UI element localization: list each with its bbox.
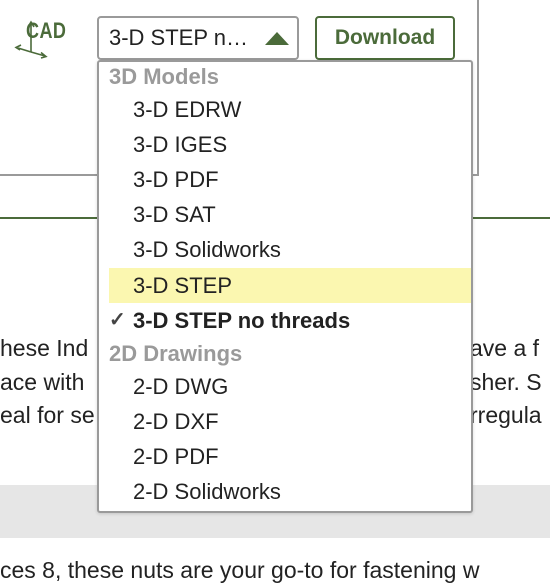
- option-label: 2-D Solidworks: [133, 479, 281, 504]
- option-label: 3-D STEP: [133, 273, 233, 298]
- option-label: 3-D PDF: [133, 167, 219, 192]
- option-2d-solidworks[interactable]: 2-D Solidworks: [109, 474, 471, 509]
- body-text-line3-right: rregula: [470, 402, 542, 428]
- group-label-3d-models: 3D Models: [109, 64, 220, 89]
- option-label: 2-D DWG: [133, 374, 229, 399]
- file-format-select[interactable]: 3-D STEP n…: [97, 16, 299, 60]
- option-2d-pdf[interactable]: 2-D PDF: [109, 439, 471, 474]
- option-3d-pdf[interactable]: 3-D PDF: [109, 162, 471, 197]
- cad-label: CAD: [26, 18, 67, 43]
- download-button[interactable]: Download: [315, 16, 455, 60]
- body-text-line2-right: sher. S: [470, 369, 542, 395]
- group-label-2d-drawings: 2D Drawings: [109, 341, 243, 366]
- body-text-line3-left: eal for se: [0, 402, 95, 428]
- option-3d-step-no-threads[interactable]: ✓ 3-D STEP no threads: [109, 303, 471, 338]
- body-text-line1-left: hese Ind: [0, 335, 89, 361]
- option-2d-dxf[interactable]: 2-D DXF: [109, 404, 471, 439]
- option-3d-sat[interactable]: 3-D SAT: [109, 197, 471, 232]
- option-label: 2-D DXF: [133, 409, 219, 434]
- option-label: 3-D Solidworks: [133, 237, 281, 262]
- option-label: 2-D PDF: [133, 444, 219, 469]
- body-text-line4: ces 8, these nuts are your go-to for fas…: [0, 557, 480, 583]
- option-2d-dwg[interactable]: 2-D DWG: [109, 369, 471, 404]
- option-3d-iges[interactable]: 3-D IGES: [109, 127, 471, 162]
- option-label: 3-D EDRW: [133, 97, 242, 122]
- option-label: 3-D SAT: [133, 202, 216, 227]
- option-3d-step[interactable]: 3-D STEP: [109, 268, 471, 303]
- checkmark-icon: ✓: [109, 309, 126, 331]
- option-label: 3-D STEP no threads: [133, 308, 351, 333]
- option-3d-edrw[interactable]: 3-D EDRW: [109, 92, 471, 127]
- body-text-line1-right: ave a f: [470, 335, 540, 361]
- select-value: 3-D STEP n…: [109, 25, 248, 50]
- caret-up-icon: [265, 32, 289, 45]
- option-3d-solidworks[interactable]: 3-D Solidworks: [109, 232, 471, 267]
- option-label: 3-D IGES: [133, 132, 228, 157]
- body-text-line2-left: ace with: [0, 369, 85, 395]
- format-dropdown-menu: 3D Models 3-D EDRW 3-D IGES 3-D PDF 3-D …: [97, 60, 473, 513]
